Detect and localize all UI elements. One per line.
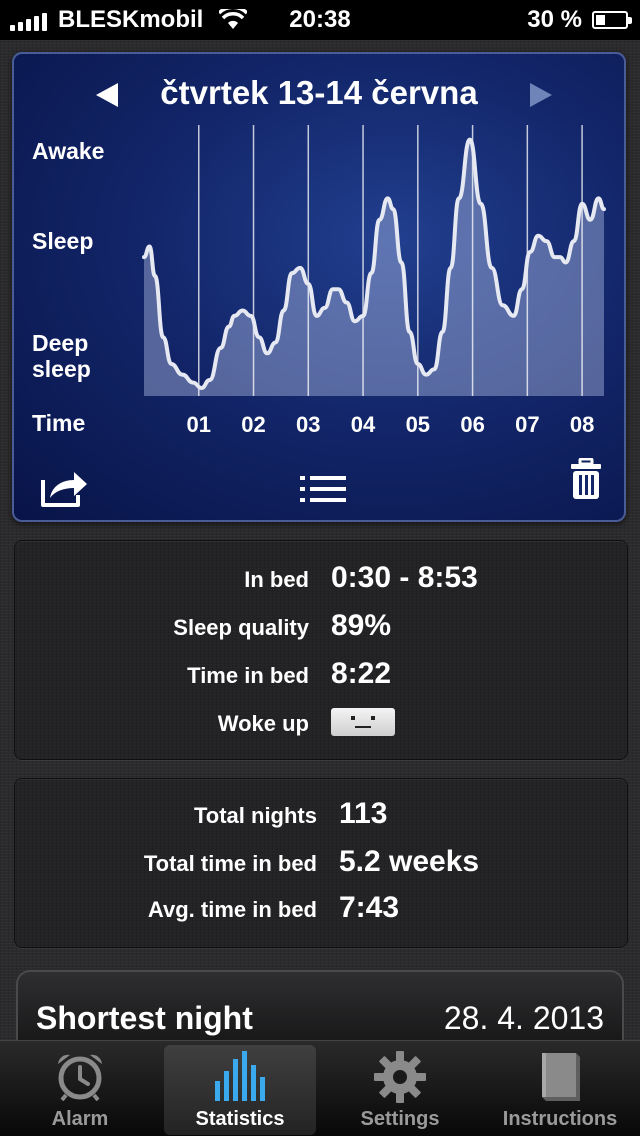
stat-label: Total time in bed bbox=[143, 851, 317, 876]
book-icon bbox=[542, 1053, 580, 1101]
totals-panel: Total nights 113 Total time in bed 5.2 w… bbox=[14, 778, 628, 948]
stat-value: 7:43 bbox=[339, 891, 400, 924]
stat-label: Woke up bbox=[217, 711, 309, 736]
stat-label: Time in bed bbox=[187, 663, 309, 688]
status-right: 30 % bbox=[527, 6, 632, 34]
stat-row-quality: Sleep quality 89% bbox=[15, 607, 627, 647]
battery-icon bbox=[592, 11, 632, 29]
stat-row-total-time: Total time in bed 5.2 weeks bbox=[15, 843, 627, 883]
sleep-graph-card: čtvrtek 13-14 června Awake Sleep Deep sl… bbox=[12, 52, 626, 522]
share-icon[interactable] bbox=[40, 468, 90, 508]
shortest-night-date: 28. 4. 2013 bbox=[443, 1000, 604, 1036]
tab-alarm[interactable]: Alarm bbox=[4, 1045, 156, 1135]
stat-row-in-bed: In bed 0:30 - 8:53 bbox=[15, 559, 627, 599]
stat-row-time-in-bed: Time in bed 8:22 bbox=[15, 655, 627, 695]
stat-label: Avg. time in bed bbox=[147, 897, 317, 922]
tab-instructions[interactable]: Instructions bbox=[484, 1045, 636, 1135]
status-bar: BLESKmobil 20:38 30 % bbox=[0, 0, 640, 40]
tab-label: Alarm bbox=[51, 1108, 109, 1130]
battery-percent: 30 % bbox=[527, 6, 582, 33]
alarm-clock-icon bbox=[58, 1054, 102, 1101]
stat-value: 113 bbox=[339, 797, 388, 830]
tab-bar: Alarm Statistics Settings Instructions bbox=[0, 1040, 640, 1136]
hour-tick-label: 08 bbox=[570, 412, 594, 437]
stat-row-total-nights: Total nights 113 bbox=[15, 795, 627, 835]
tab-label: Statistics bbox=[195, 1108, 285, 1130]
hour-tick-label: 06 bbox=[460, 412, 484, 437]
gear-icon bbox=[374, 1051, 426, 1103]
tab-label: Instructions bbox=[502, 1108, 618, 1130]
neutral-face-icon bbox=[331, 708, 395, 736]
bar-chart-icon bbox=[215, 1051, 265, 1101]
sleep-cycle-chart: 01 02 03 04 05 06 07 08 bbox=[142, 125, 606, 437]
stat-value: 5.2 weeks bbox=[339, 845, 480, 878]
stat-row-avg-time: Avg. time in bed 7:43 bbox=[15, 889, 627, 929]
tab-statistics[interactable]: Statistics bbox=[164, 1045, 316, 1135]
hour-tick-label: 05 bbox=[406, 412, 430, 437]
hour-tick-label: 04 bbox=[351, 412, 376, 437]
hour-tick-label: 03 bbox=[296, 412, 320, 437]
stat-row-woke-up: Woke up bbox=[15, 703, 627, 743]
shortest-night-cell[interactable]: Shortest night 28. 4. 2013 bbox=[16, 970, 624, 1050]
shortest-night-title: Shortest night bbox=[36, 1000, 253, 1036]
stat-value: 8:22 bbox=[331, 657, 392, 690]
tab-label: Settings bbox=[360, 1108, 440, 1130]
stat-label: In bed bbox=[244, 567, 309, 592]
night-stats-panel: In bed 0:30 - 8:53 Sleep quality 89% Tim… bbox=[14, 540, 628, 760]
hour-tick-label: 07 bbox=[515, 412, 539, 437]
tab-settings[interactable]: Settings bbox=[324, 1045, 476, 1135]
stat-label: Total nights bbox=[193, 803, 317, 828]
hour-tick-label: 02 bbox=[241, 412, 265, 437]
hour-tick-label: 01 bbox=[187, 412, 211, 437]
stat-label: Sleep quality bbox=[173, 615, 309, 640]
trash-icon[interactable] bbox=[570, 458, 602, 500]
list-icon[interactable] bbox=[300, 474, 346, 504]
stat-value: 89% bbox=[331, 609, 392, 642]
stat-value: 0:30 - 8:53 bbox=[331, 561, 478, 594]
